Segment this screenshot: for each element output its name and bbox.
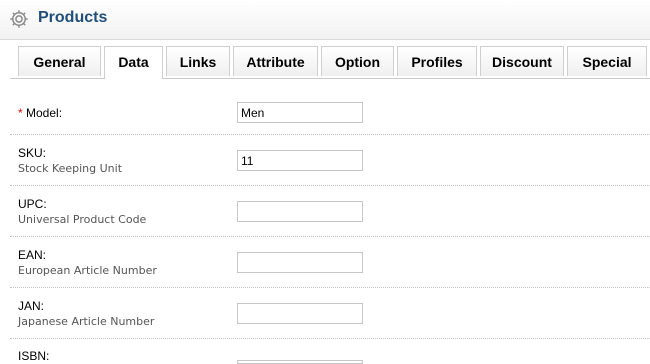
model-input[interactable]	[237, 102, 363, 123]
form-row-sku: SKU: Stock Keeping Unit	[10, 135, 650, 186]
upc-help-text: Universal Product Code	[18, 213, 147, 226]
form-row-ean: EAN: European Article Number	[10, 237, 650, 288]
gear-icon	[10, 10, 28, 28]
ean-help-text: European Article Number	[18, 264, 157, 277]
tab-profiles[interactable]: Profiles	[397, 46, 477, 76]
page-title: Products	[38, 9, 108, 26]
tab-links[interactable]: Links	[166, 46, 230, 76]
form-row-isbn: ISBN:	[10, 339, 650, 364]
tab-attribute[interactable]: Attribute	[233, 46, 318, 76]
tab-general[interactable]: General	[18, 46, 101, 76]
isbn-input[interactable]	[237, 360, 363, 364]
sku-input[interactable]	[237, 150, 363, 171]
model-label: * Model:	[18, 106, 63, 120]
tab-bar: General Data Links Attribute Option Prof…	[10, 46, 650, 79]
upc-input[interactable]	[237, 201, 363, 222]
ean-label: EAN:	[18, 248, 47, 262]
tab-discount[interactable]: Discount	[480, 46, 564, 76]
jan-help-text: Japanese Article Number	[18, 315, 155, 328]
ean-input[interactable]	[237, 252, 363, 273]
required-mark: *	[18, 106, 23, 120]
page-header: Products	[0, 0, 650, 40]
form-row-model: * Model:	[10, 89, 650, 135]
jan-input[interactable]	[237, 303, 363, 324]
sku-help-text: Stock Keeping Unit	[18, 162, 123, 175]
form-row-upc: UPC: Universal Product Code	[10, 186, 650, 237]
form-row-jan: JAN: Japanese Article Number	[10, 288, 650, 339]
tab-data[interactable]: Data	[104, 46, 163, 79]
jan-label: JAN:	[18, 299, 45, 313]
tab-option[interactable]: Option	[321, 46, 394, 76]
isbn-label: ISBN:	[18, 349, 50, 363]
tab-special[interactable]: Special	[567, 46, 647, 76]
upc-label: UPC:	[18, 197, 47, 211]
sku-label: SKU:	[18, 146, 47, 160]
